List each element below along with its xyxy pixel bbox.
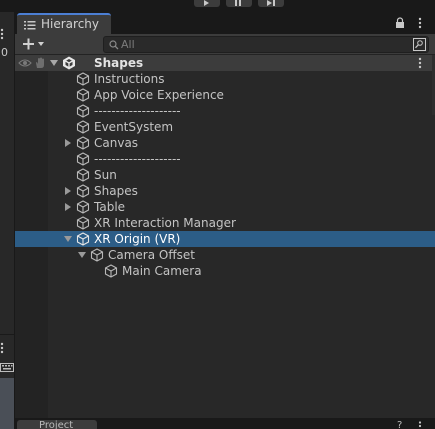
play-icon	[204, 0, 209, 6]
list-icon	[24, 21, 36, 30]
hierarchy-item[interactable]: Canvas	[48, 135, 435, 151]
bottom-tab-bar: Project ?	[15, 418, 435, 429]
hierarchy-item[interactable]: XR Interaction Manager	[48, 215, 435, 231]
hierarchy-item-label: --------------------	[94, 104, 181, 118]
gameobject-cube-icon	[76, 184, 90, 198]
hierarchy-item[interactable]: --------------------	[48, 103, 435, 119]
hand-icon[interactable]	[34, 57, 46, 69]
hierarchy-item-label: XR Interaction Manager	[94, 216, 236, 230]
scene-header[interactable]: Shapes	[15, 55, 435, 71]
add-dropdown-button[interactable]	[22, 36, 50, 52]
hierarchy-item[interactable]: Main Camera	[48, 263, 435, 279]
kebab-menu-icon[interactable]	[0, 342, 6, 354]
hierarchy-item[interactable]: Camera Offset	[48, 247, 435, 263]
tab-project[interactable]: Project	[17, 420, 97, 429]
gameobject-cube-icon	[90, 248, 104, 262]
gameobject-cube-icon	[76, 232, 90, 246]
step-button[interactable]	[258, 0, 284, 7]
pause-icon	[235, 0, 241, 6]
hierarchy-toolbar	[15, 34, 435, 55]
gameobject-cube-icon	[76, 72, 90, 86]
hierarchy-item[interactable]: --------------------	[48, 151, 435, 167]
hierarchy-tree: Shapes Instructions App Voice Experience -…	[15, 55, 435, 429]
hierarchy-item-label: Main Camera	[122, 264, 202, 278]
hierarchy-item[interactable]: Sun	[48, 167, 435, 183]
top-strip	[0, 0, 435, 12]
unity-icon	[63, 56, 75, 70]
lock-icon[interactable]	[395, 17, 405, 29]
hierarchy-item-label: Camera Offset	[108, 248, 195, 262]
hierarchy-item-label: EventSystem	[94, 120, 174, 134]
left-panel-viewport	[0, 378, 14, 429]
gameobject-cube-icon	[76, 216, 90, 230]
kebab-menu-icon[interactable]	[0, 28, 6, 40]
gameobject-cube-icon	[76, 88, 90, 102]
gameobject-cube-icon	[76, 120, 90, 134]
hierarchy-item-label: Instructions	[94, 72, 165, 86]
play-button[interactable]	[194, 0, 220, 7]
hierarchy-item-label: Table	[94, 200, 126, 214]
gameobject-cube-icon	[76, 136, 90, 150]
kebab-menu-icon[interactable]	[417, 17, 423, 29]
gameobject-cube-icon	[76, 104, 90, 118]
scene-name: Shapes	[94, 56, 144, 70]
expanded-arrow-icon[interactable]	[50, 59, 58, 67]
step-icon	[267, 0, 275, 6]
expanded-arrow-icon[interactable]	[64, 235, 72, 243]
pause-button[interactable]	[226, 0, 252, 7]
collapsed-arrow-icon[interactable]	[64, 203, 72, 211]
kebab-menu-icon[interactable]	[417, 57, 423, 69]
search-input[interactable]	[121, 37, 401, 52]
left-panel-value: 0	[1, 46, 8, 59]
tab-project-label: Project	[39, 420, 74, 429]
hierarchy-item[interactable]: EventSystem	[48, 119, 435, 135]
hierarchy-item-label: Canvas	[94, 136, 139, 150]
expanded-arrow-icon[interactable]	[78, 251, 86, 259]
hierarchy-item[interactable]: App Voice Experience	[48, 87, 435, 103]
hierarchy-item[interactable]: Table	[48, 199, 435, 215]
hierarchy-window: Hierarchy All Shapes Instructions App Vo…	[15, 12, 435, 429]
eye-icon[interactable]	[18, 58, 32, 68]
search-box	[103, 36, 429, 53]
left-docked-panel: 0	[0, 12, 14, 429]
divider	[0, 334, 14, 335]
kebab-menu-icon[interactable]	[417, 421, 423, 429]
keyboard-icon[interactable]	[0, 360, 14, 374]
hierarchy-item-label: --------------------	[94, 152, 181, 166]
collapsed-arrow-icon[interactable]	[64, 187, 72, 195]
collapsed-arrow-icon[interactable]	[64, 139, 72, 147]
gameobject-cube-icon	[76, 152, 90, 166]
help-icon[interactable]: ?	[397, 420, 402, 429]
tab-bar: Hierarchy	[15, 12, 435, 34]
search-icon	[109, 40, 119, 50]
tab-label: Hierarchy	[41, 17, 100, 31]
scene-search-icon[interactable]	[413, 38, 426, 51]
gameobject-cube-icon	[76, 200, 90, 214]
hierarchy-item[interactable]: Instructions	[48, 71, 435, 87]
hierarchy-item[interactable]: Shapes	[48, 183, 435, 199]
hierarchy-item-label: Sun	[94, 168, 117, 182]
gameobject-cube-icon	[104, 264, 118, 278]
gameobject-cube-icon	[76, 168, 90, 182]
hierarchy-item-label: Shapes	[94, 184, 138, 198]
hierarchy-item-label: App Voice Experience	[94, 88, 224, 102]
hierarchy-item-label: XR Origin (VR)	[94, 232, 181, 246]
unity-editor: 0 Hierarchy All Shapes Instructions App …	[0, 0, 435, 429]
tab-hierarchy[interactable]: Hierarchy	[17, 13, 111, 34]
hierarchy-item[interactable]: XR Origin (VR)	[15, 231, 435, 247]
